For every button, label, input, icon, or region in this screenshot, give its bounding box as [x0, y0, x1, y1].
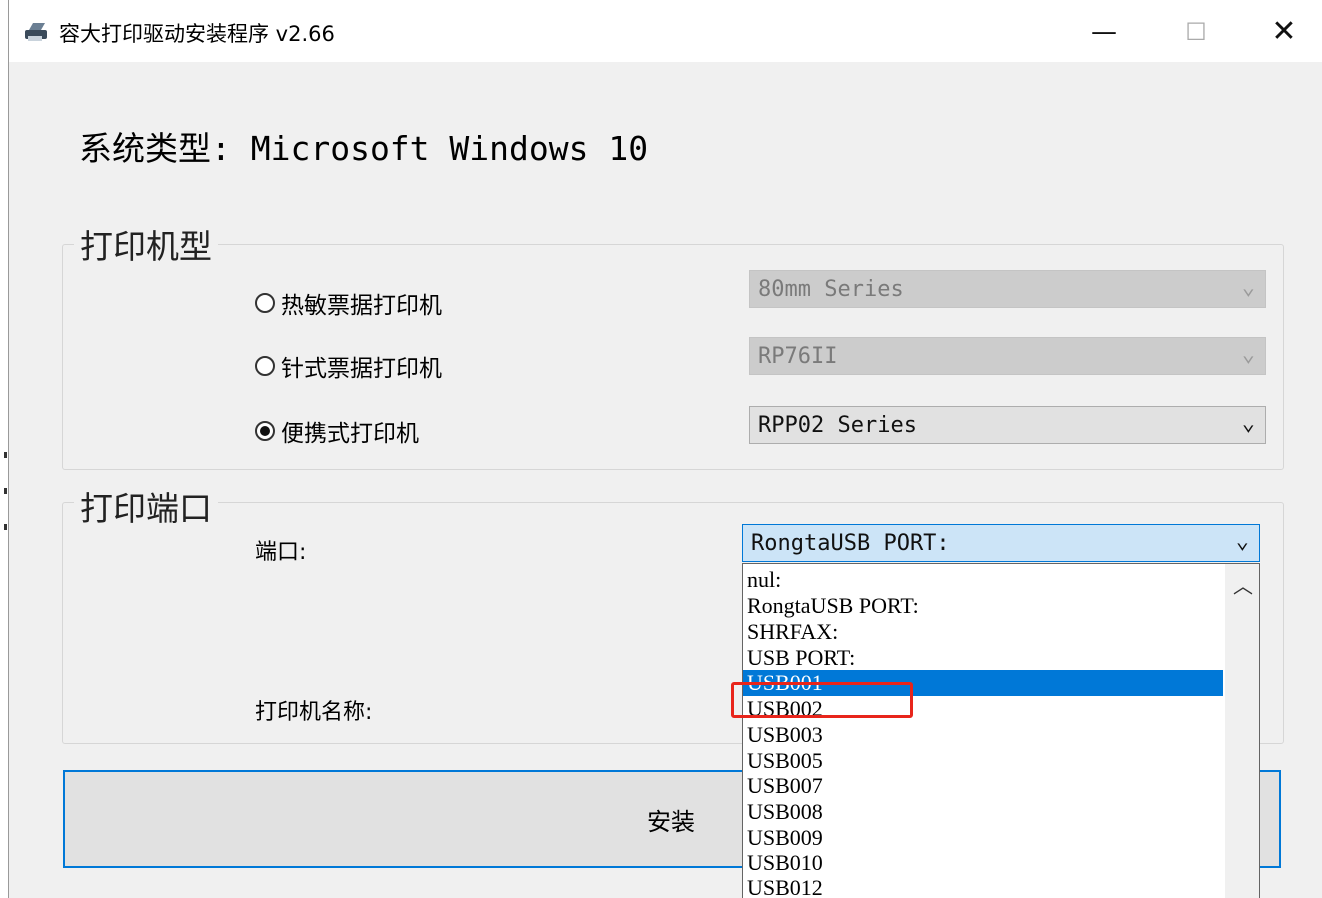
radio-circle-icon: [255, 356, 275, 376]
edge-mark: [4, 524, 7, 530]
list-item[interactable]: USB009: [743, 825, 1223, 851]
radio-label: 热敏票据打印机: [281, 293, 442, 319]
list-item[interactable]: USB012: [743, 875, 1223, 898]
select-value: 80mm Series: [758, 277, 904, 302]
list-item[interactable]: nul:: [743, 567, 1223, 593]
installer-window: 容大打印驱动安装程序 v2.66 — ☐ ✕ 系统类型: Microsoft W…: [8, 0, 1322, 898]
install-button-label: 安装: [647, 808, 695, 836]
radio-circle-icon: [255, 293, 275, 313]
radio-checked-icon: [255, 421, 275, 441]
port-dropdown-list[interactable]: nul: RongtaUSB PORT: SHRFAX: USB PORT: U…: [742, 563, 1260, 898]
portable-model-select[interactable]: RPP02 Series ⌄: [749, 406, 1266, 444]
chevron-down-icon: ⌄: [1241, 411, 1255, 436]
chevron-down-icon: ⌄: [1241, 275, 1255, 300]
list-item[interactable]: USB003: [743, 722, 1223, 748]
window-title: 容大打印驱动安装程序 v2.66: [59, 22, 335, 46]
radio-dot-matrix-printer[interactable]: 针式票据打印机: [255, 349, 442, 383]
radio-portable-printer[interactable]: 便携式打印机: [255, 414, 419, 448]
chevron-down-icon: ⌄: [1241, 342, 1255, 367]
select-value: RP76II: [758, 344, 838, 369]
list-item[interactable]: USB007: [743, 773, 1223, 799]
list-item[interactable]: USB PORT:: [743, 645, 1223, 671]
list-item[interactable]: USB008: [743, 799, 1223, 825]
dot-matrix-model-select[interactable]: RP76II ⌄: [749, 337, 1266, 375]
list-item[interactable]: USB010: [743, 850, 1223, 876]
port-label: 端口:: [255, 540, 307, 565]
radio-thermal-receipt-printer[interactable]: 热敏票据打印机: [255, 286, 442, 320]
radio-label: 便携式打印机: [281, 421, 419, 447]
select-value: RPP02 Series: [758, 413, 917, 438]
dropdown-scrollbar[interactable]: ︿: [1225, 564, 1259, 898]
close-button[interactable]: ✕: [1261, 10, 1307, 54]
printer-name-label: 打印机名称:: [255, 700, 373, 725]
minimize-button[interactable]: —: [1081, 10, 1127, 54]
list-item[interactable]: USB005: [743, 748, 1223, 774]
thermal-model-select[interactable]: 80mm Series ⌄: [749, 270, 1266, 308]
port-select[interactable]: RongtaUSB PORT: ⌄: [742, 524, 1260, 562]
edge-mark: [4, 488, 7, 494]
radio-label: 针式票据打印机: [281, 356, 442, 382]
chevron-down-icon: ⌄: [1235, 529, 1249, 554]
maximize-button[interactable]: ☐: [1173, 10, 1219, 54]
list-item[interactable]: RongtaUSB PORT:: [743, 593, 1223, 619]
annotation-highlight-box: [731, 682, 913, 718]
chevron-up-icon[interactable]: ︿: [1233, 570, 1253, 599]
printer-icon: [25, 23, 47, 41]
printer-port-group-title: 打印端口: [74, 482, 218, 530]
list-item[interactable]: SHRFAX:: [743, 619, 1223, 645]
title-bar[interactable]: 容大打印驱动安装程序 v2.66 — ☐ ✕: [9, 0, 1322, 62]
select-value: RongtaUSB PORT:: [751, 531, 950, 556]
printer-model-group-title: 打印机型: [74, 220, 218, 268]
edge-mark: [4, 452, 7, 458]
system-type-label: 系统类型: Microsoft Windows 10: [79, 129, 649, 168]
